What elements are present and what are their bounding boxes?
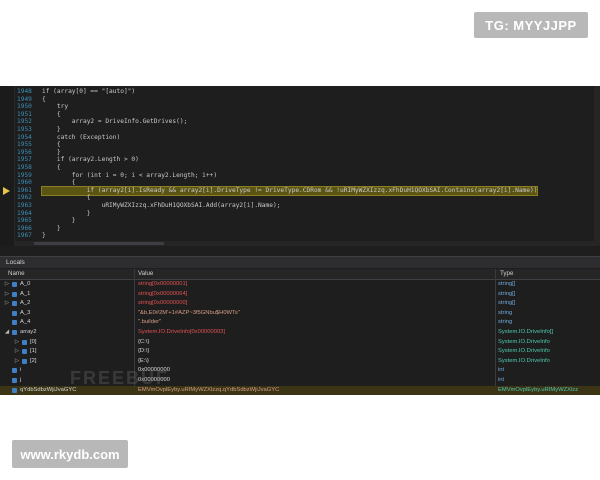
locals-row[interactable]: A_4 ".builder" string [0,318,600,328]
variable-icon [12,387,17,393]
code-text: } [42,232,46,240]
variable-name: A_3 [20,309,31,316]
variable-value[interactable]: {E:\} [138,357,149,367]
variable-name: A_4 [20,319,31,326]
expand-toggle-icon[interactable]: ▷ [4,290,10,300]
locals-row[interactable]: ▷ A_1 string[0x00000064] string[] [0,290,600,300]
scrollbar-thumb[interactable] [34,242,164,245]
editor-vertical-scrollbar[interactable] [594,86,600,246]
line-number: 1967 [17,232,32,240]
expand-toggle-icon[interactable]: ▷ [14,338,20,348]
locals-row[interactable]: A_3 "&b,E0#2M'+1#AZP~3f5GNbu$H0WTs" string [0,309,600,319]
variable-value[interactable]: string[0x00000000] [138,299,187,309]
top-watermark-badge: TG: MYYJJPP [474,12,588,38]
column-header-name[interactable]: Name [8,269,25,279]
variable-name: i [20,367,22,374]
locals-row[interactable]: ▷ A_0 string[0x00000001] string[] [0,280,600,290]
variable-icon [22,339,27,345]
locals-panel-title: Locals [0,256,600,268]
variable-type: string[] [498,300,516,307]
variable-icon [12,301,17,307]
variable-value[interactable]: "&b,E0#2M'+1#AZP~3f5GNbu$H0WTs" [138,309,240,319]
column-header-type[interactable]: Type [500,269,513,279]
variable-icon [12,320,17,326]
expand-toggle-icon[interactable]: ▷ [4,299,10,309]
locals-row[interactable]: ◢ array2 System.IO.DriveInfo[0x00000003] Sy… [0,328,600,338]
expand-toggle-icon[interactable]: ◢ [4,328,10,338]
variable-name: [2] [30,357,37,364]
locals-row[interactable]: ▷ [2] {E:\} System.IO.DriveInfo [0,357,600,367]
variable-type: EMVmOvplEyby.uRIMyWZXlzz [498,386,579,393]
variable-name: j [20,377,22,383]
variable-icon [12,291,17,297]
variable-type: System.IO.DriveInfo [498,338,550,345]
variable-icon [22,349,27,355]
locals-row[interactable]: ▷ [0] {C:\} System.IO.DriveInfo [0,338,600,348]
variable-name: A_0 [20,281,31,287]
expand-toggle-icon[interactable]: ▷ [14,347,20,357]
variable-type: string [498,309,513,316]
variable-icon [22,358,27,364]
expand-toggle-icon[interactable]: ▷ [4,280,10,290]
variable-type: int [498,367,505,374]
column-header-value[interactable]: Value [138,269,153,279]
variable-type: string[] [498,290,516,297]
variable-type: System.IO.DriveInfo [498,348,550,355]
variable-type: System.IO.DriveInfo[] [498,329,554,335]
variable-value[interactable]: ".builder" [138,318,161,328]
variable-icon [12,378,17,383]
locals-header: Name Value Type [0,269,600,280]
variable-icon [12,330,17,335]
variable-name: [1] [30,348,37,355]
variable-type: string[] [498,281,516,287]
code-editor[interactable]: 1948 if (array[0] == "[auto]") 1949{1950 t… [0,86,600,246]
locals-row[interactable]: ▷ [1] {D:\} System.IO.DriveInfo [0,347,600,357]
variable-value[interactable]: string[0x00000001] [138,280,187,290]
variable-icon [12,282,17,287]
variable-icon [12,368,17,374]
variable-name: array2 [20,329,37,335]
variable-name: qYdbSdbzWjiJvaGYC [20,386,77,393]
variable-name: A_1 [20,290,31,297]
expand-toggle-icon[interactable]: ▷ [14,357,20,367]
variable-icon [12,310,17,316]
debugger-window: 1948 if (array[0] == "[auto]") 1949{1950 t… [0,86,600,396]
variable-value[interactable]: {C:\} [138,338,149,348]
bottom-watermark-badge: www.rkydb.com [12,440,128,468]
variable-type: System.IO.DriveInfo [498,357,550,364]
editor-horizontal-scrollbar[interactable] [14,241,594,246]
variable-type: string [498,319,513,326]
variable-type: int [498,377,505,383]
variable-value[interactable]: string[0x00000064] [138,290,187,300]
variable-name: [0] [30,338,37,345]
code-line[interactable]: 1967} [0,232,600,240]
center-watermark: FREEBUF [70,368,169,388]
variable-name: A_2 [20,300,31,307]
locals-row[interactable]: ▷ A_2 string[0x00000000] string[] [0,299,600,309]
variable-value[interactable]: System.IO.DriveInfo[0x00000003] [138,328,225,338]
variable-value[interactable]: {D:\} [138,347,149,357]
